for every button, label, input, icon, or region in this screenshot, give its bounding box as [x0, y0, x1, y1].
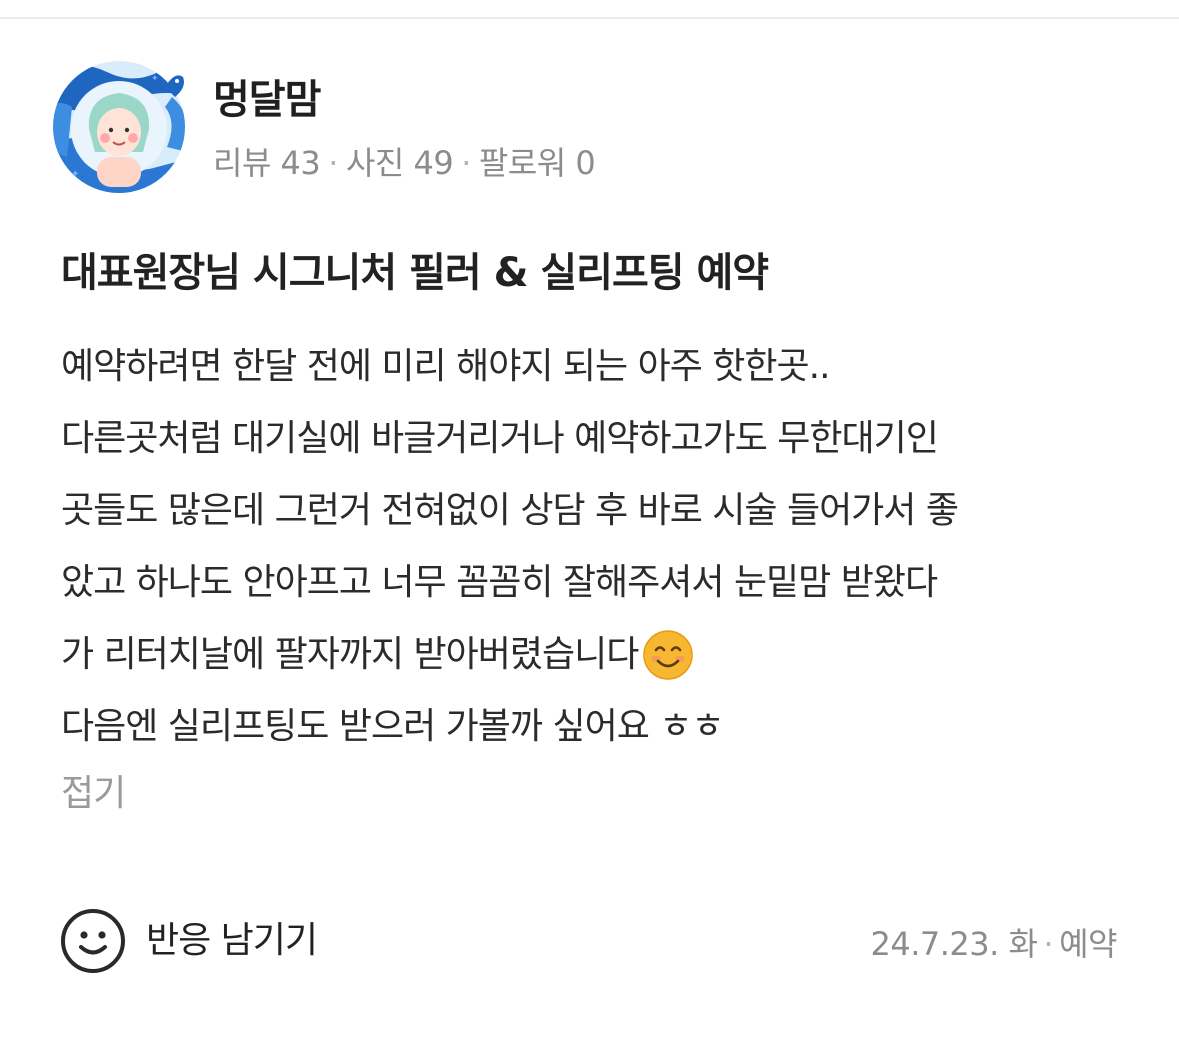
- review-line: 예약하려면 한달 전에 미리 해야지 되는 아주 핫한곳..: [61, 331, 1141, 403]
- separator-dot: ·: [328, 144, 338, 182]
- review-line-text: 가 리터치날에 팔자까지 받아버렸습니다: [61, 634, 639, 675]
- review-count: 리뷰 43: [213, 144, 321, 182]
- reaction-label: 반응 남기기: [146, 920, 318, 961]
- visit-type: 예약: [1059, 925, 1117, 963]
- review-line-text: 곳들도 많은데 그런거 전혀없이 상담 후 바로 시술 들어가서 좋: [61, 490, 959, 531]
- fold-button[interactable]: 접기: [61, 770, 126, 818]
- review-line-text: 예약하려면 한달 전에 미리 해야지 되는 아주 핫한곳..: [61, 346, 831, 387]
- review-line: 았고 하나도 안아프고 너무 꼼꼼히 잘해주셔서 눈밑맘 받왔다: [61, 547, 1141, 619]
- top-divider: [0, 17, 1179, 19]
- review-meta: 24.7.23. 화 · 예약: [871, 922, 1118, 966]
- smiling-face-emoji: [643, 630, 694, 680]
- smile-outline-icon: [61, 909, 125, 973]
- review-line: 다른곳처럼 대기실에 바글거리거나 예약하고가도 무한대기인: [61, 403, 1141, 475]
- review-line-text: 다른곳처럼 대기실에 바글거리거나 예약하고가도 무한대기인: [61, 418, 939, 459]
- photo-count: 사진 49: [345, 144, 454, 182]
- leave-reaction-button[interactable]: 반응 남기기: [60, 908, 318, 974]
- separator-dot: ·: [1043, 925, 1054, 963]
- review-line-text: 았고 하나도 안아프고 너무 꼼꼼히 잘해주셔서 눈밑맘 받왔다: [61, 562, 938, 603]
- svg-text:✦: ✦: [71, 169, 79, 180]
- review-line: 다음엔 실리프팅도 받으러 가볼까 싶어요 ㅎㅎ: [61, 691, 1141, 763]
- follower-count: 팔로워 0: [478, 144, 596, 182]
- author-stats: 리뷰 43 · 사진 49 · 팔로워 0: [213, 143, 596, 183]
- username[interactable]: 멍달맘: [213, 76, 321, 124]
- avatar[interactable]: ✦ ✦: [47, 57, 195, 195]
- avatar-illustration: ✦ ✦: [53, 61, 185, 193]
- svg-text:✦: ✦: [151, 74, 159, 84]
- review-line: 곳들도 많은데 그런거 전혀없이 상담 후 바로 시술 들어가서 좋: [61, 475, 1141, 547]
- review-date: 24.7.23. 화: [870, 925, 1038, 963]
- review-body: 예약하려면 한달 전에 미리 해야지 되는 아주 핫한곳.. 다른곳처럼 대기실…: [61, 331, 1141, 763]
- separator-dot: ·: [461, 144, 471, 182]
- review-line-text: 다음엔 실리프팅도 받으러 가볼까 싶어요 ㅎㅎ: [61, 706, 724, 747]
- review-line: 가 리터치날에 팔자까지 받아버렸습니다: [61, 619, 1141, 691]
- review-title: 대표원장님 시그니처 필러 & 실리프팅 예약: [61, 250, 769, 296]
